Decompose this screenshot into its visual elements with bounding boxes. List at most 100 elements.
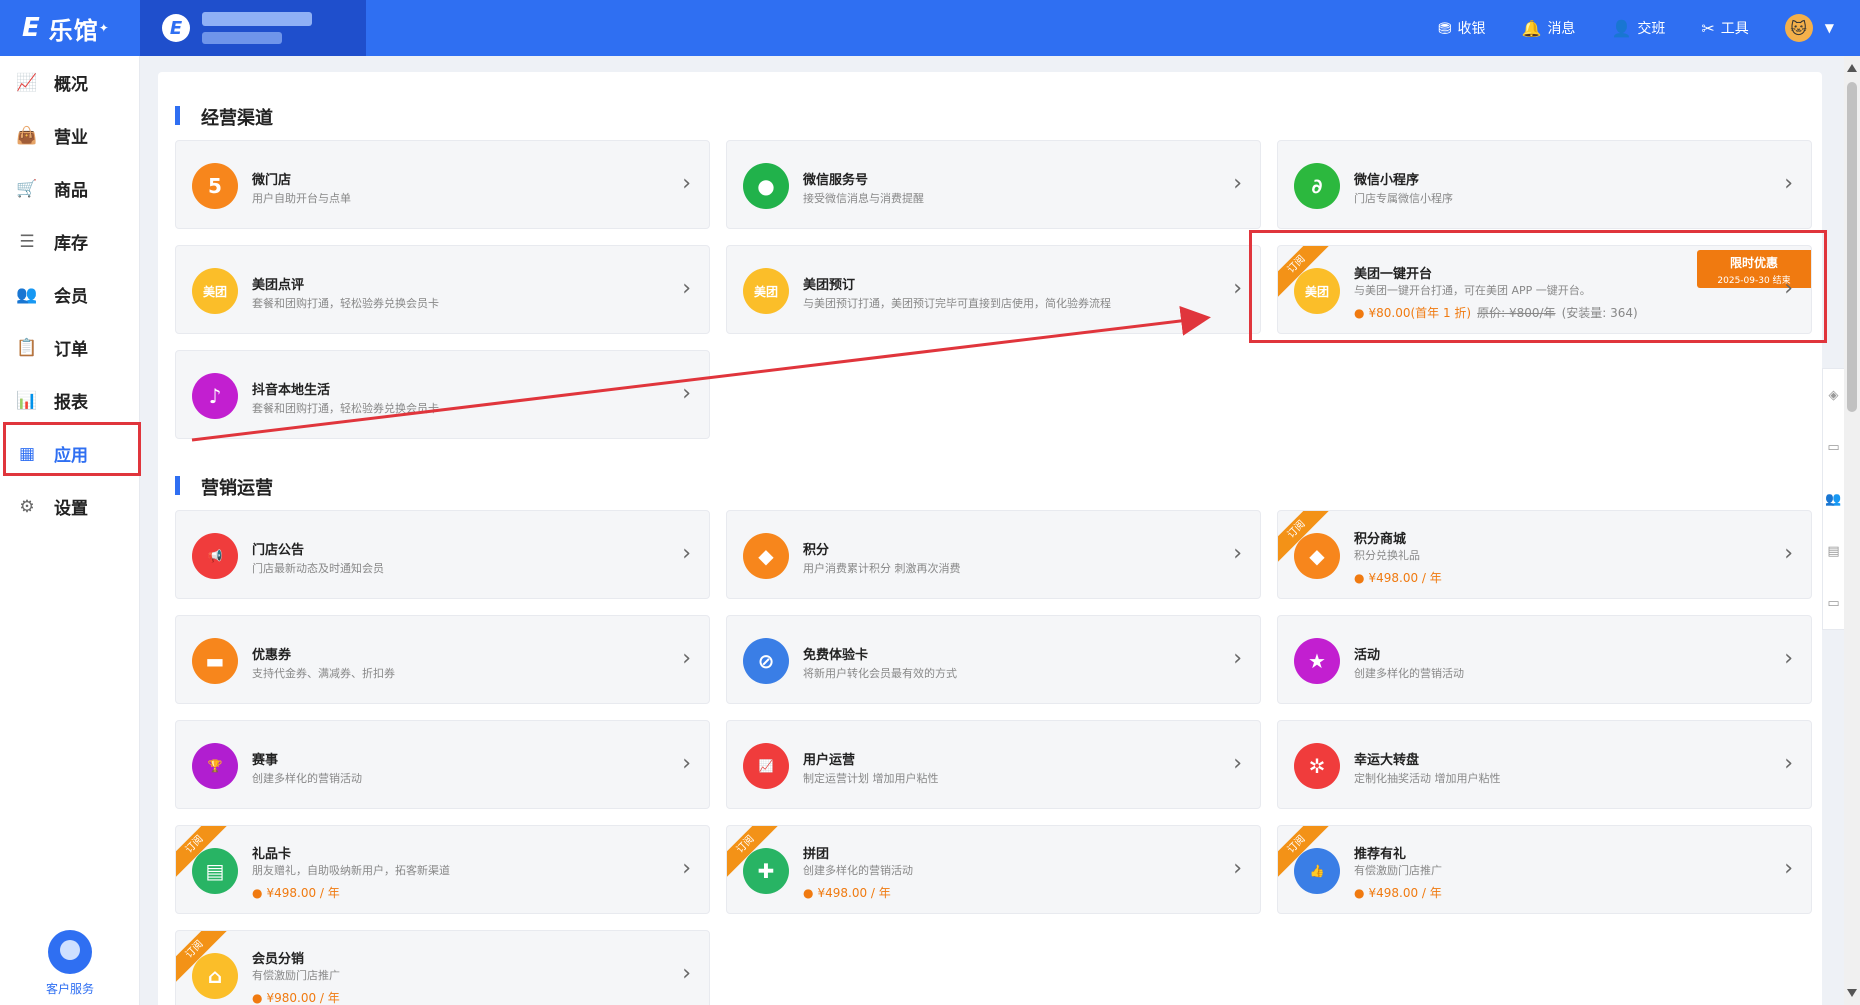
app-card[interactable]: 👍 推荐有礼 有偿激励门店推广 ● ¥498.00 / 年订阅 › bbox=[1277, 825, 1812, 914]
app-icon: ◆ bbox=[1294, 533, 1340, 579]
chevron-right-icon: › bbox=[1233, 171, 1242, 196]
sidebar-item-label: 概况 bbox=[54, 75, 88, 95]
app-title: 积分 bbox=[803, 543, 830, 558]
app-card[interactable]: ♪ 抖音本地生活 套餐和团购打通，轻松验券兑换会员卡 › bbox=[175, 350, 710, 439]
app-card[interactable]: ∂ 微信小程序 门店专属微信小程序 › bbox=[1277, 140, 1812, 229]
sidebar-item-9[interactable]: ⚙ 设置 bbox=[0, 480, 139, 533]
app-icon: 👍 bbox=[1294, 848, 1340, 894]
app-title: 推荐有礼 bbox=[1354, 847, 1407, 862]
sidebar-nav: 📈 概况 👜 营业 🛒 商品 ☰ 库存 👥 会员 📋 订单 📊 报表 ▦ 应用 ⚙ 设置 bbox=[0, 56, 139, 533]
users-icon[interactable]: 👥 bbox=[1823, 473, 1844, 525]
cube-icon[interactable]: ◈ bbox=[1823, 369, 1844, 421]
app-card[interactable]: 5 微门店 用户自助开台与点单 › bbox=[175, 140, 710, 229]
app-title: 用户运营 bbox=[803, 753, 856, 768]
tools-icon: ✂ bbox=[1701, 18, 1715, 38]
app-desc: 门店专属微信小程序 bbox=[1354, 192, 1453, 205]
scroll-up-arrow[interactable] bbox=[1847, 64, 1857, 72]
app-title: 美团点评 bbox=[252, 278, 305, 293]
sidebar-item-4[interactable]: ☰ 库存 bbox=[0, 215, 139, 268]
app-icon: ✲ bbox=[1294, 743, 1340, 789]
coin-icon: ● bbox=[803, 886, 814, 900]
chevron-right-icon: › bbox=[1784, 276, 1793, 301]
app-card[interactable]: ✲ 幸运大转盘 定制化抽奖活动 增加用户粘性 › bbox=[1277, 720, 1812, 809]
sidebar-item-2[interactable]: 👜 营业 bbox=[0, 109, 139, 162]
scroll-down-arrow[interactable] bbox=[1847, 989, 1857, 997]
price-value: ¥980.00 / 年 bbox=[266, 991, 340, 1005]
app-price: ● ¥80.00(首年 1 折) 原价: ¥800/年 (安装量: 364) bbox=[1354, 304, 1638, 321]
app-icon: ▬ bbox=[192, 638, 238, 684]
app-title: 优惠券 bbox=[252, 648, 292, 663]
app-card[interactable]: ◆ 积分 用户消费累计积分 刺激再次消费 › bbox=[726, 510, 1261, 599]
section-title-channels: 经营渠道 bbox=[175, 104, 273, 130]
handover-icon: 👤 bbox=[1611, 18, 1632, 38]
chevron-right-icon: › bbox=[682, 856, 691, 881]
sidebar-item-label: 报表 bbox=[54, 393, 88, 413]
app-desc: 创建多样化的营销活动 bbox=[803, 864, 913, 877]
app-card[interactable]: ◆ 积分商城 积分兑换礼品 ● ¥498.00 / 年订阅 › bbox=[1277, 510, 1812, 599]
app-card[interactable]: 📢 门店公告 门店最新动态及时通知会员 › bbox=[175, 510, 710, 599]
app-icon: ▤ bbox=[192, 848, 238, 894]
scrollbar[interactable] bbox=[1844, 56, 1860, 1005]
app-card[interactable]: ✚ 拼团 创建多样化的营销活动 ● ¥498.00 / 年订阅 › bbox=[726, 825, 1261, 914]
install-count: (安装量: 364) bbox=[1561, 306, 1638, 320]
app-card[interactable]: 美团 美团一键开台 与美团一键开台打通，可在美团 APP 一键开台。 ● ¥80.00(… bbox=[1277, 245, 1812, 334]
app-desc: 有偿激励门店推广 bbox=[1354, 864, 1442, 877]
top-action-3[interactable]: 👤 交班 bbox=[1611, 18, 1665, 38]
sidebar-item-6[interactable]: 📋 订单 bbox=[0, 321, 139, 374]
top-action-4[interactable]: ✂ 工具 bbox=[1701, 18, 1748, 38]
sidebar-item-7[interactable]: 📊 报表 bbox=[0, 374, 139, 427]
promo-date: 2025-09-30 结束 bbox=[1717, 276, 1791, 286]
original-price: 原价: ¥800/年 bbox=[1477, 306, 1556, 320]
app-desc: 创建多样化的营销活动 bbox=[1354, 667, 1464, 680]
top-action-1[interactable]: ⛃ 收银 bbox=[1438, 18, 1485, 38]
app-icon: ★ bbox=[1294, 638, 1340, 684]
app-card[interactable]: 美团 美团点评 套餐和团购打通，轻松验券兑换会员卡 › bbox=[175, 245, 710, 334]
monitor-icon[interactable]: ▭ bbox=[1823, 421, 1844, 473]
chevron-right-icon: › bbox=[1784, 751, 1793, 776]
app-card[interactable]: ▤ 礼品卡 朋友赠礼，自助吸纳新用户，拓客新渠道 ● ¥498.00 / 年订阅 › bbox=[175, 825, 710, 914]
sidebar-item-3[interactable]: 🛒 商品 bbox=[0, 162, 139, 215]
app-card[interactable]: 美团 美团预订 与美团预订打通，美团预订完毕可直接到店使用，简化验券流程 › bbox=[726, 245, 1261, 334]
app-card[interactable]: 📈 用户运营 制定运营计划 增加用户粘性 › bbox=[726, 720, 1261, 809]
chevron-right-icon: › bbox=[1233, 856, 1242, 881]
promo-badge: 限时优惠 2025-09-30 结束 bbox=[1697, 250, 1811, 288]
top-action-label: 工具 bbox=[1720, 21, 1749, 37]
app-desc: 将新用户转化会员最有效的方式 bbox=[803, 667, 957, 680]
chevron-right-icon: › bbox=[682, 961, 691, 986]
chevron-right-icon: › bbox=[682, 276, 691, 301]
sidebar-icon: 👜 bbox=[16, 125, 38, 146]
app-desc: 积分兑换礼品 bbox=[1354, 549, 1420, 562]
printer-icon[interactable]: ▤ bbox=[1823, 525, 1844, 577]
main-panel: 经营渠道 营销运营 5 微门店 用户自助开台与点单 › ● 微信服务号 接受微信消息与消费提… bbox=[158, 72, 1822, 1005]
sidebar-icon: 📊 bbox=[16, 390, 38, 411]
sidebar-item-8[interactable]: ▦ 应用 bbox=[0, 427, 139, 480]
brand-logo[interactable]: E 乐馆 ✦ bbox=[0, 0, 140, 56]
app-title: 门店公告 bbox=[252, 543, 305, 558]
app-card[interactable]: ★ 活动 创建多样化的营销活动 › bbox=[1277, 615, 1812, 704]
cashier-icon: ⛃ bbox=[1438, 18, 1452, 38]
app-title: 抖音本地生活 bbox=[252, 383, 331, 398]
sidebar-icon: ⚙ bbox=[19, 496, 35, 517]
customer-service-button[interactable]: 客户服务 bbox=[0, 930, 140, 997]
app-title: 美团预订 bbox=[803, 278, 856, 293]
scroll-thumb[interactable] bbox=[1847, 82, 1857, 412]
headset-icon bbox=[48, 930, 92, 974]
app-card[interactable]: ● 微信服务号 接受微信消息与消费提醒 › bbox=[726, 140, 1261, 229]
app-card[interactable]: ⌂ 会员分销 有偿激励门店推广 ● ¥980.00 / 年订阅 › bbox=[175, 930, 710, 1005]
chevron-right-icon: › bbox=[682, 381, 691, 406]
sidebar-item-1[interactable]: 📈 概况 bbox=[0, 56, 139, 109]
chevron-down-icon[interactable]: ▼ bbox=[1825, 21, 1834, 35]
sidebar-icon: 👥 bbox=[16, 284, 38, 305]
app-price: ● ¥498.00 / 年 bbox=[803, 884, 891, 901]
app-card[interactable]: ▬ 优惠券 支持代金券、满减券、折扣券 › bbox=[175, 615, 710, 704]
chevron-right-icon: › bbox=[682, 541, 691, 566]
sidebar-item-5[interactable]: 👥 会员 bbox=[0, 268, 139, 321]
store-switcher[interactable]: E bbox=[140, 0, 366, 56]
top-action-2[interactable]: 🔔 消息 bbox=[1522, 18, 1576, 38]
app-card[interactable]: 🏆 赛事 创建多样化的营销活动 › bbox=[175, 720, 710, 809]
price-value: ¥498.00 / 年 bbox=[1368, 886, 1442, 900]
app-desc: 套餐和团购打通，轻松验券兑换会员卡 bbox=[252, 402, 439, 415]
card-icon[interactable]: ▭ bbox=[1823, 577, 1844, 629]
user-avatar[interactable]: 🐱 bbox=[1784, 14, 1813, 42]
app-card[interactable]: ⊘ 免费体验卡 将新用户转化会员最有效的方式 › bbox=[726, 615, 1261, 704]
